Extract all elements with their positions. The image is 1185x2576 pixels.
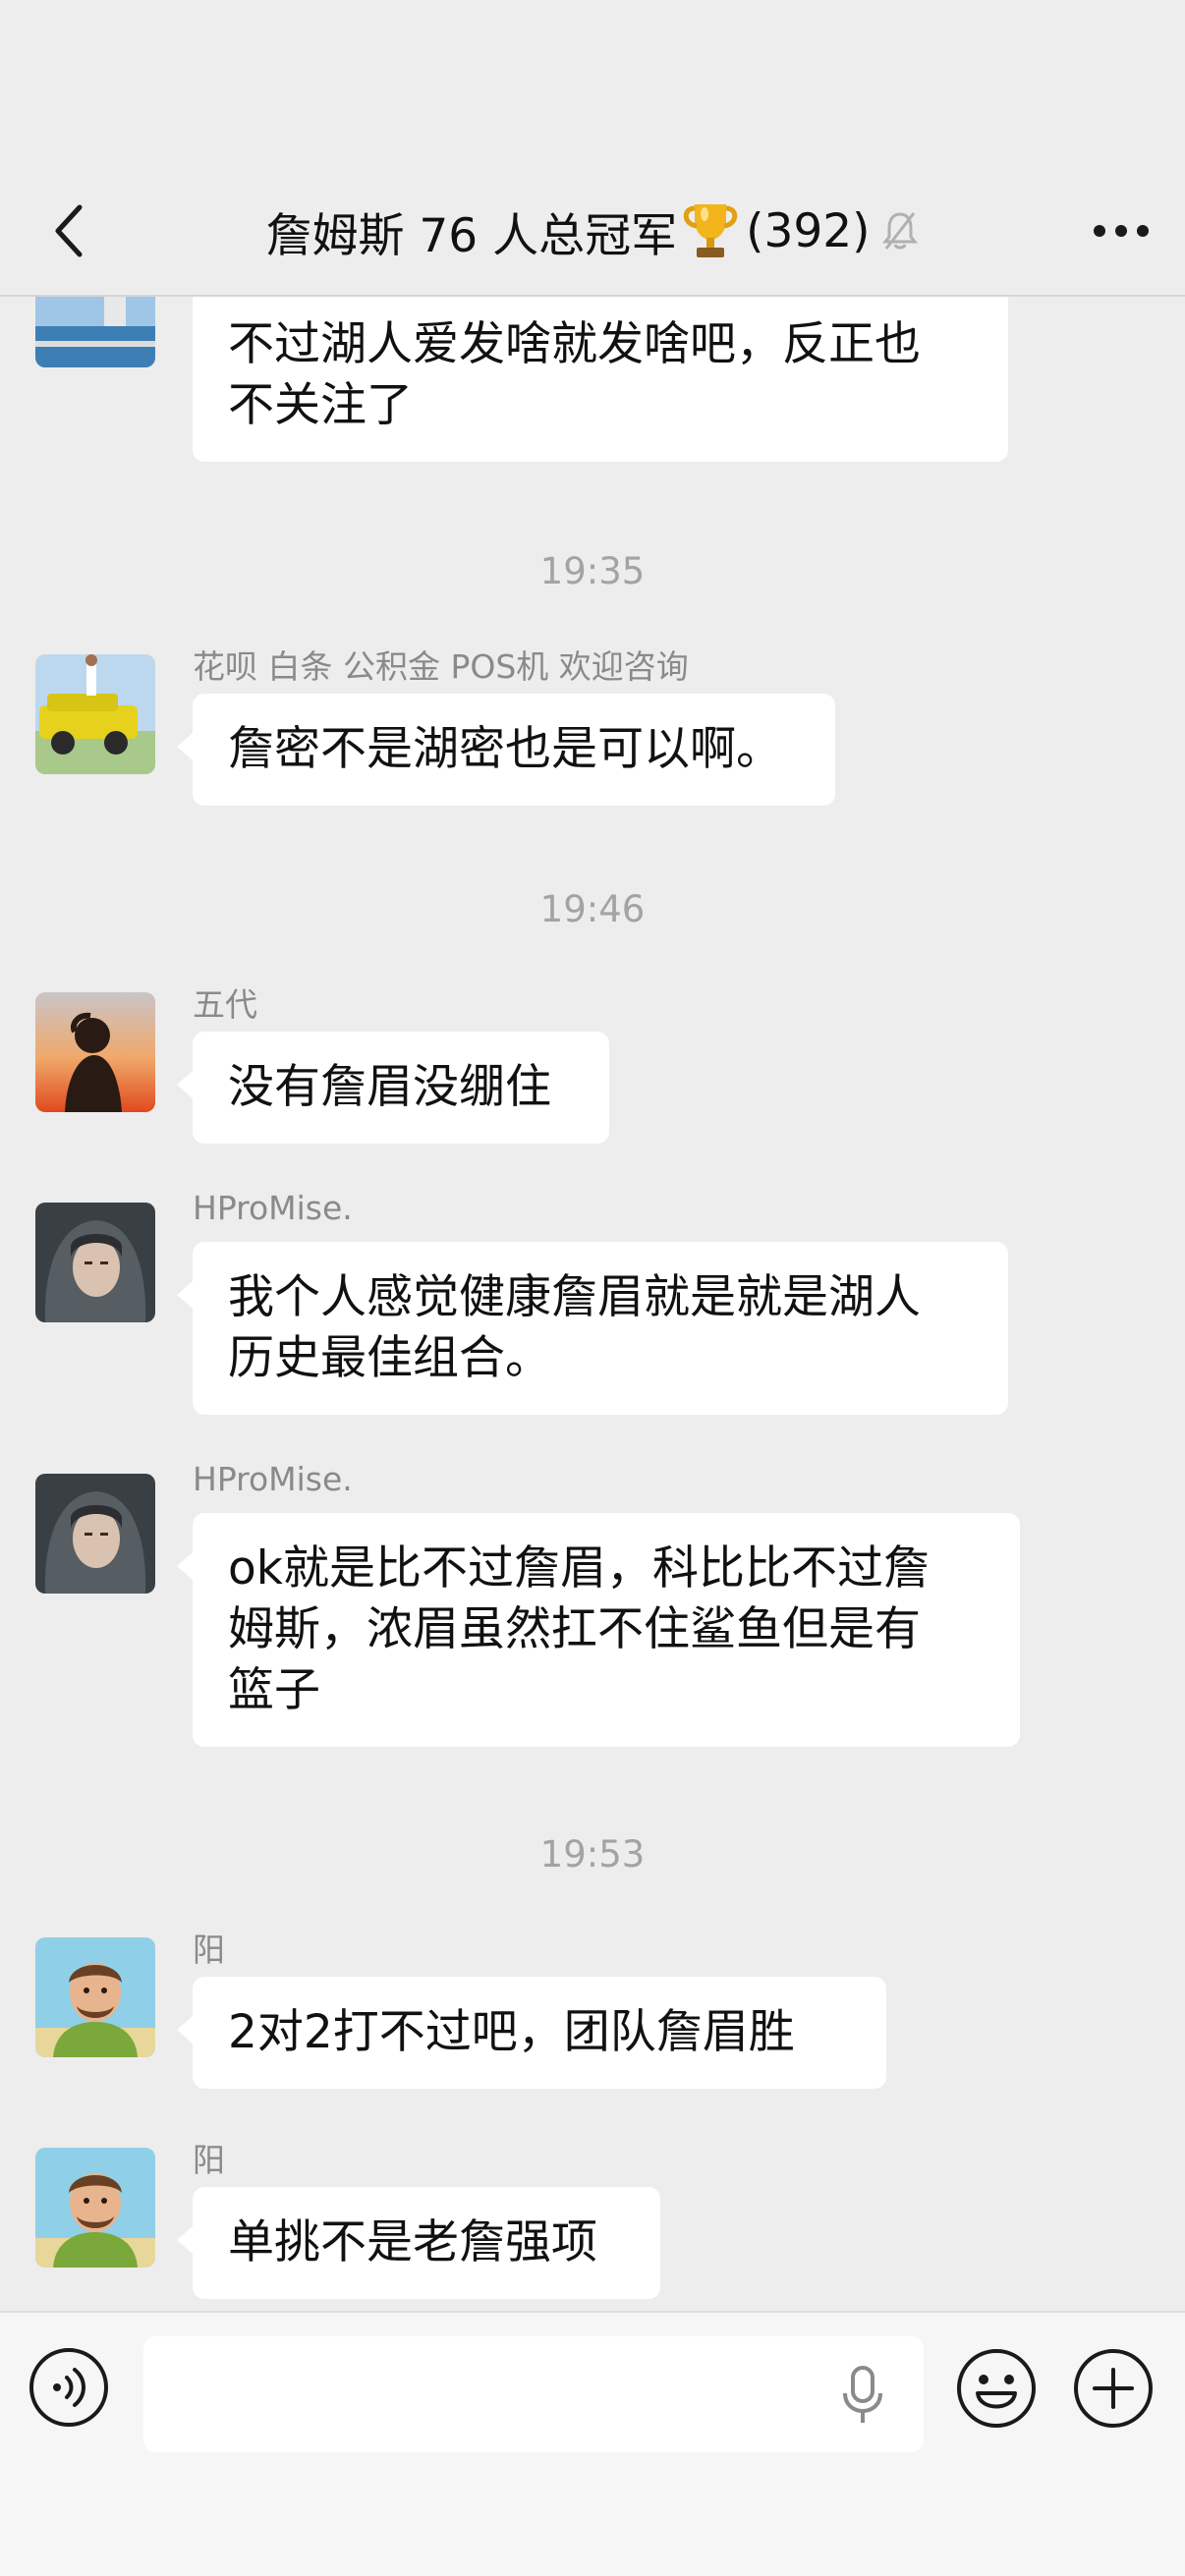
status-area [0,0,1185,167]
message-text-line: 篮子 [228,1663,320,1717]
avatar[interactable] [35,2148,155,2268]
sender-name: 五代 [193,985,257,1024]
sender-name: HProMise. [193,1460,353,1498]
muted-bell-icon [880,209,920,252]
more-functions-button[interactable] [1071,2346,1156,2431]
message-text: 2对2打不过吧，团队詹眉胜 [228,2005,795,2059]
group-name: 詹姆斯 76 人总冠军 [265,208,678,263]
message-text-line: 我个人感觉健康詹眉就是就是湖人 [228,1270,921,1324]
voice-mode-button[interactable] [28,2346,110,2429]
emoji-icon [957,2349,1036,2428]
avatar[interactable] [35,1937,155,2057]
message-text: 没有詹眉没绷住 [228,1060,551,1114]
sender-name: HProMise. [193,1189,353,1227]
plus-icon [1074,2349,1153,2428]
voice-mode-icon [29,2348,108,2427]
message-text-line: 不关注了 [228,378,413,432]
trophy-icon [681,200,740,261]
emoji-button[interactable] [954,2346,1039,2431]
message-bubble[interactable]: 没有詹眉没绷住 [177,1032,609,1144]
message-bubble[interactable]: 单挑不是老詹强项 [177,2187,660,2299]
message-text: 单挑不是老詹强项 [228,2215,597,2269]
avatar[interactable] [35,654,155,774]
sender-name: 阳 [193,1931,225,1969]
timestamp: 19:35 [539,550,646,592]
more-options-button[interactable] [1077,196,1165,265]
message-bubble[interactable]: ok就是比不过詹眉，科比比不过詹 姆斯，浓眉虽然扛不住鲨鱼但是有 篮子 [177,1513,1020,1747]
message-text-line: 不过湖人爱发啥就发啥吧，反正也 [228,317,921,371]
sender-name: 花呗 白条 公积金 POS机 欢迎咨询 [193,647,689,686]
app-root: 詹姆斯 76 人总冠军 (392) 不过湖人爱发啥就发啥吧，反正也 不关注了 1… [0,0,1185,2576]
avatar[interactable] [35,1203,155,1322]
message-bubble[interactable]: 我个人感觉健康詹眉就是就是湖人 历史最佳组合。 [177,1242,1008,1415]
message-text: 詹密不是湖密也是可以啊。 [228,722,782,776]
input-bar [0,2311,1185,2576]
avatar[interactable] [35,297,155,367]
microphone-icon[interactable] [841,2366,884,2425]
chat-title[interactable]: 詹姆斯 76 人总冠军 (392) [147,196,1038,265]
member-count: (392) [746,203,871,258]
message-text-line: 姆斯，浓眉虽然扛不住鲨鱼但是有 [228,1602,921,1656]
message-input[interactable] [143,2336,924,2452]
message-list[interactable]: 不过湖人爱发啥就发啥吧，反正也 不关注了 19:35 花呗 白条 公积金 POS… [0,297,1185,2311]
message-text-line: 历史最佳组合。 [228,1331,551,1385]
message-bubble[interactable]: 2对2打不过吧，团队詹眉胜 [177,1977,886,2089]
timestamp: 19:46 [539,888,646,930]
sender-name: 阳 [193,2141,225,2179]
back-button[interactable] [35,196,104,265]
message-text-line: ok就是比不过詹眉，科比比不过詹 [228,1541,930,1596]
avatar[interactable] [35,992,155,1112]
chat-header: 詹姆斯 76 人总冠军 (392) [0,167,1185,297]
message-bubble[interactable]: 不过湖人爱发啥就发啥吧，反正也 不关注了 [193,297,1008,462]
more-dots-icon [1094,225,1149,237]
message-bubble[interactable]: 詹密不是湖密也是可以啊。 [177,694,835,806]
chevron-left-icon [55,204,83,257]
avatar[interactable] [35,1474,155,1594]
timestamp: 19:53 [539,1833,646,1876]
